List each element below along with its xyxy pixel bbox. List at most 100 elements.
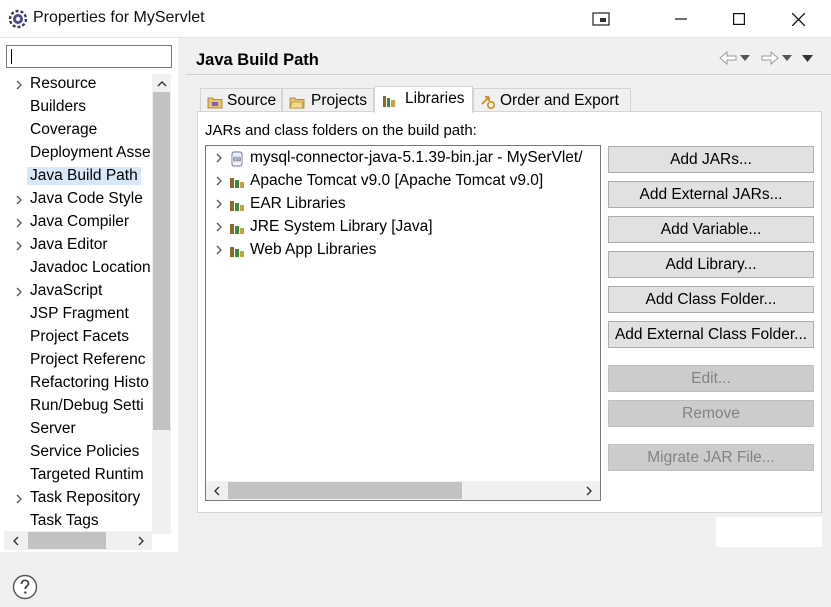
window-view-icon (592, 12, 610, 26)
tab-projects[interactable]: Projects (282, 88, 374, 112)
library-horizontal-scrollbar[interactable] (206, 481, 600, 500)
nav-item-label: Java Code Style (30, 190, 143, 207)
library-entry-mysql-connector[interactable]: 010 mysql-connector-java-5.1.39-bin.jar … (206, 147, 600, 170)
nav-item-java-editor[interactable]: Java Editor (0, 235, 152, 258)
library-entry-ear-libraries[interactable]: EAR Libraries (206, 193, 600, 216)
library-icon (230, 224, 244, 234)
add-external-class-folder-button[interactable]: Add External Class Folder... (608, 321, 814, 348)
scroll-right-button[interactable] (580, 482, 597, 499)
library-entry-jre-system-library[interactable]: JRE System Library [Java] (206, 216, 600, 239)
chevron-up-icon (157, 80, 166, 86)
library-label: Web App Libraries (250, 241, 377, 258)
restore-view-button[interactable] (578, 0, 624, 38)
nav-item-targeted-runtimes[interactable]: Targeted Runtim (0, 465, 152, 488)
nav-item-java-compiler[interactable]: Java Compiler (0, 212, 152, 235)
scroll-thumb[interactable] (228, 482, 462, 499)
forward-dropdown-icon[interactable] (782, 55, 792, 61)
add-jars-button[interactable]: Add JARs... (608, 146, 814, 173)
tab-libraries[interactable]: Libraries (374, 86, 473, 113)
nav-item-coverage[interactable]: Coverage (0, 120, 152, 143)
add-library-button[interactable]: Add Library... (608, 251, 814, 278)
nav-item-label: Task Tags (30, 512, 99, 529)
expand-arrow-icon (16, 218, 22, 228)
nav-item-deployment-assembly[interactable]: Deployment Asse (0, 143, 152, 166)
tab-label: Projects (311, 92, 367, 109)
nav-horizontal-scrollbar[interactable] (4, 531, 152, 550)
scroll-right-button[interactable] (132, 532, 149, 549)
nav-item-label: Java Compiler (30, 213, 130, 230)
scroll-up-button[interactable] (153, 75, 170, 92)
library-entry-web-app-libraries[interactable]: Web App Libraries (206, 239, 600, 262)
expand-arrow-icon (16, 195, 22, 205)
order-export-icon (481, 96, 496, 110)
maximize-button[interactable] (716, 0, 762, 38)
nav-item-builders[interactable]: Builders (0, 97, 152, 120)
library-icon (230, 247, 244, 257)
edit-button[interactable]: Edit... (608, 365, 814, 392)
remove-button[interactable]: Remove (608, 400, 814, 427)
tab-label: Order and Export (500, 92, 619, 109)
library-icon (230, 178, 244, 188)
view-menu-icon[interactable] (802, 55, 813, 62)
expand-arrow-icon (216, 176, 222, 186)
nav-item-service-policies[interactable]: Service Policies (0, 442, 152, 465)
nav-tree: Resource Builders Coverage Deployment As… (0, 74, 152, 534)
nav-item-java-code-style[interactable]: Java Code Style (0, 189, 152, 212)
add-variable-button[interactable]: Add Variable... (608, 216, 814, 243)
nav-item-java-build-path[interactable]: Java Build Path (0, 166, 152, 189)
minimize-icon (675, 18, 687, 20)
add-external-jars-button[interactable]: Add External JARs... (608, 181, 814, 208)
page-title: Java Build Path (196, 51, 319, 69)
nav-item-label: Java Editor (30, 236, 108, 253)
tab-order-and-export[interactable]: Order and Export (473, 88, 631, 112)
add-class-folder-button[interactable]: Add Class Folder... (608, 286, 814, 313)
forward-arrow-icon[interactable] (761, 51, 779, 65)
scroll-thumb[interactable] (28, 532, 106, 549)
nav-item-label: Project Facets (30, 328, 130, 345)
nav-item-label: Targeted Runtim (30, 466, 144, 483)
nav-item-refactoring-history[interactable]: Refactoring Histo (0, 373, 152, 396)
chevron-right-icon (138, 536, 144, 545)
build-path-tree[interactable]: 010 mysql-connector-java-5.1.39-bin.jar … (205, 145, 601, 501)
scroll-left-button[interactable] (208, 482, 225, 499)
expand-arrow-icon (216, 222, 222, 232)
expand-arrow-icon (216, 153, 222, 163)
nav-item-javadoc-location[interactable]: Javadoc Location (0, 258, 152, 281)
nav-item-label: Coverage (30, 121, 98, 138)
library-entry-apache-tomcat[interactable]: Apache Tomcat v9.0 [Apache Tomcat v9.0] (206, 170, 600, 193)
nav-item-task-repository[interactable]: Task Repository (0, 488, 152, 511)
nav-item-server[interactable]: Server (0, 419, 152, 442)
library-icon (230, 201, 244, 211)
back-dropdown-icon[interactable] (740, 55, 750, 61)
nav-item-label: Java Build Path (27, 167, 141, 185)
nav-item-label: Server (30, 420, 76, 437)
nav-item-project-references[interactable]: Project Referenc (0, 350, 152, 373)
libraries-description: JARs and class folders on the build path… (205, 122, 477, 139)
nav-vertical-scrollbar[interactable] (152, 74, 171, 562)
tab-source[interactable]: Source (200, 88, 282, 112)
close-button[interactable] (775, 0, 821, 38)
nav-item-jsp-fragment[interactable]: JSP Fragment (0, 304, 152, 327)
scroll-left-button[interactable] (7, 532, 24, 549)
nav-item-resource[interactable]: Resource (0, 74, 152, 97)
minimize-button[interactable] (658, 0, 704, 38)
help-icon[interactable] (12, 574, 38, 600)
migrate-jar-file-button[interactable]: Migrate JAR File... (608, 444, 814, 471)
title-bar: Properties for MyServlet (0, 0, 831, 38)
jar-icon: 010 (231, 151, 243, 167)
expand-arrow-icon (216, 199, 222, 209)
header-divider (186, 74, 831, 75)
nav-item-javascript[interactable]: JavaScript (0, 281, 152, 304)
expand-arrow-icon (16, 494, 22, 504)
expand-arrow-icon (216, 245, 222, 255)
eclipse-gear-icon (8, 9, 28, 29)
nav-item-label: Task Repository (30, 489, 141, 506)
scroll-thumb[interactable] (153, 92, 170, 430)
chevron-left-icon (12, 536, 18, 545)
back-arrow-icon[interactable] (719, 51, 737, 65)
nav-item-project-facets[interactable]: Project Facets (0, 327, 152, 350)
chevron-right-icon (586, 486, 592, 495)
tab-label: Libraries (405, 90, 465, 107)
nav-item-run-debug-settings[interactable]: Run/Debug Setti (0, 396, 152, 419)
filter-input[interactable] (6, 45, 172, 68)
